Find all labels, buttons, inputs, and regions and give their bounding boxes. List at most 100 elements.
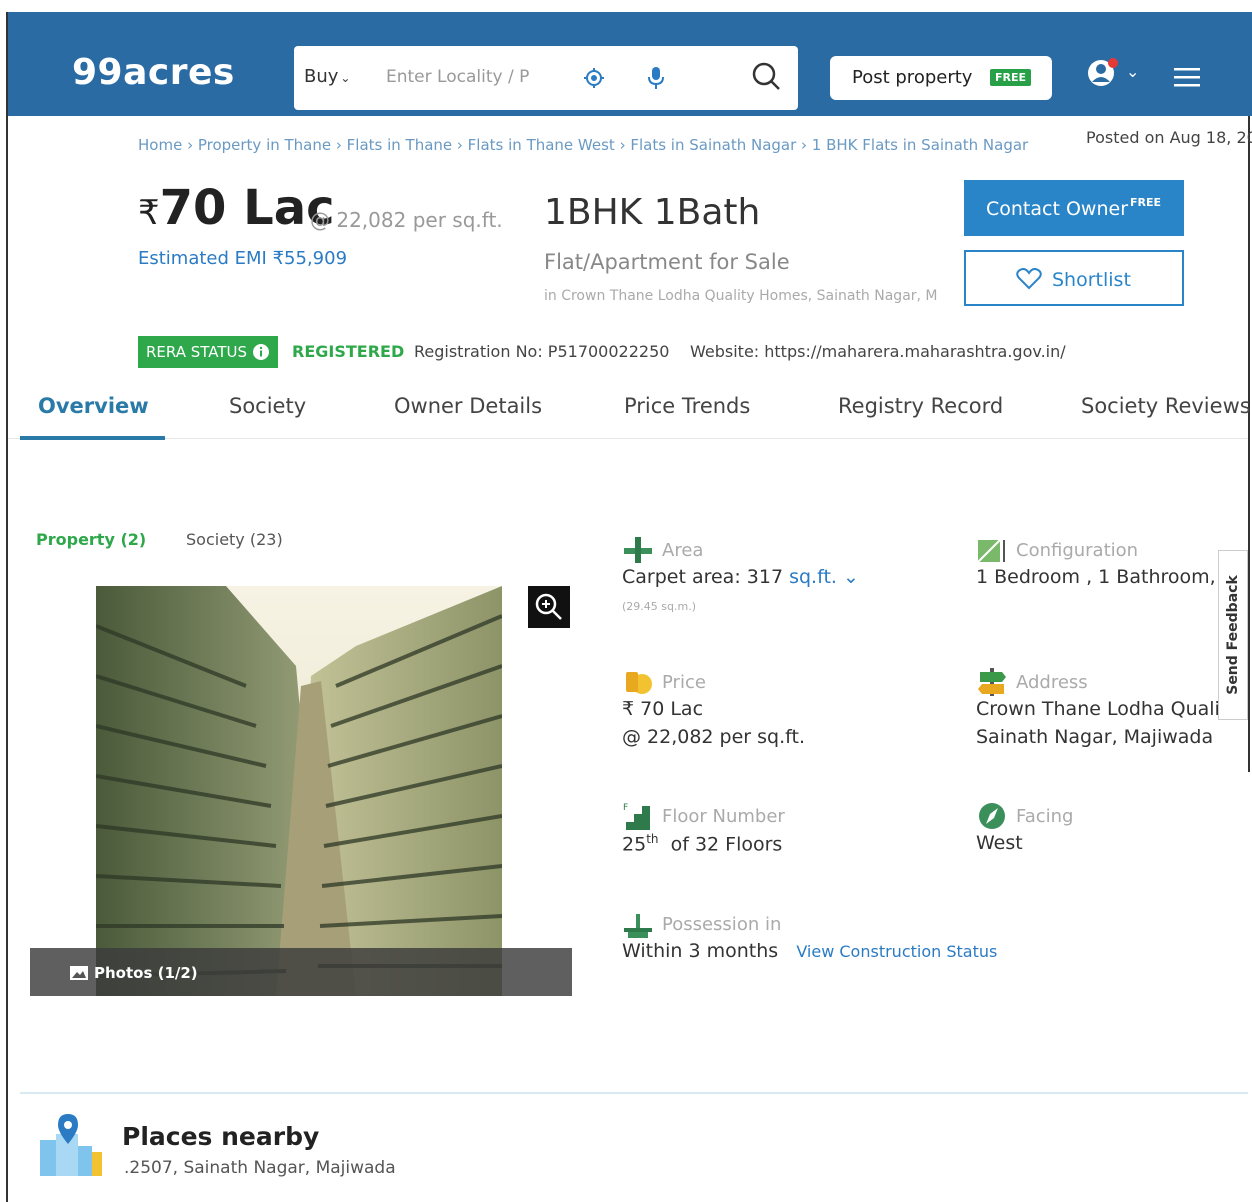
possession-text: Within 3 months xyxy=(622,940,779,962)
chevron-down-icon[interactable]: ⌄ xyxy=(1126,62,1139,81)
carpet-area-value: Carpet area: 317 sq.ft. ⌄ xyxy=(622,566,859,588)
active-tab-indicator xyxy=(20,436,165,440)
possession-label: Possession in xyxy=(662,914,782,935)
chevron-down-icon: ⌄ xyxy=(842,566,859,588)
area-icon xyxy=(624,537,652,563)
send-feedback-label: Send Feedback xyxy=(1225,575,1241,695)
tab-divider xyxy=(8,438,1248,439)
detail-area: Area Carpet area: 317 sq.ft. ⌄ (29.45 sq… xyxy=(622,534,962,624)
rera-status-label: RERA STATUS xyxy=(146,343,248,361)
user-account-icon[interactable] xyxy=(1086,56,1120,90)
breadcrumb[interactable]: Home › Property in Thane › Flats in Than… xyxy=(138,136,1028,154)
free-badge: FREE xyxy=(1130,196,1162,209)
free-badge: FREE xyxy=(990,69,1032,86)
detail-floor: F Floor Number 25th of 32 Floors xyxy=(622,800,962,860)
places-nearby-icon xyxy=(40,1114,102,1176)
floor-suffix: th xyxy=(646,832,659,846)
price-per-sqft: @ 22,082 per sq.ft. xyxy=(310,208,503,232)
tab-overview[interactable]: Overview xyxy=(38,394,149,418)
listing-type: Flat/Apartment for Sale xyxy=(544,250,790,274)
top-header: 99acres Buy ⌄ Enter Locality / P Post pro… xyxy=(8,12,1252,116)
gallery-tab-society[interactable]: Society (23) xyxy=(186,530,283,549)
floor-stairs-icon: F xyxy=(623,803,650,830)
send-feedback-tab[interactable]: Send Feedback xyxy=(1218,550,1248,720)
contact-owner-label: Contact Owner xyxy=(986,198,1128,220)
rupee-symbol: ₹ xyxy=(138,193,160,233)
tab-registry-record[interactable]: Registry Record xyxy=(838,394,1003,418)
project-location[interactable]: in Crown Thane Lodha Quality Homes, Sain… xyxy=(544,288,956,304)
view-construction-status-link[interactable]: View Construction Status xyxy=(796,942,997,961)
listing-configuration: 1BHK 1Bath xyxy=(544,192,761,233)
floor-number: 25 xyxy=(622,833,647,856)
tab-society[interactable]: Society xyxy=(229,394,306,418)
svg-text:F: F xyxy=(623,803,628,813)
detail-possession: Possession in Within 3 months View Const… xyxy=(622,908,1042,968)
shortlist-label: Shortlist xyxy=(1052,269,1131,291)
signpost-icon xyxy=(978,668,1006,696)
places-nearby-title: Places nearby xyxy=(122,1122,320,1151)
address-line-1: Crown Thane Lodha Quality xyxy=(976,698,1218,720)
configuration-icon xyxy=(977,539,1005,563)
shortlist-button[interactable]: Shortlist xyxy=(964,250,1184,306)
left-border xyxy=(6,12,8,1202)
photos-count: Photos (1/2) xyxy=(94,964,198,982)
microphone-icon[interactable] xyxy=(646,66,666,90)
posted-date: Posted on Aug 18, 20 xyxy=(1086,128,1252,147)
zoom-in-icon xyxy=(535,593,562,620)
facing-value: West xyxy=(976,832,1023,854)
possession-building-icon xyxy=(624,914,652,938)
floor-total: of 32 Floors xyxy=(670,833,783,856)
detail-address: Address Crown Thane Lodha Quality Sainat… xyxy=(976,666,1218,756)
rera-website: Website: https://maharera.maharashtra.go… xyxy=(690,342,1066,361)
locate-me-icon[interactable] xyxy=(584,68,604,88)
buy-label: Buy xyxy=(304,66,339,87)
price-tag-icon xyxy=(626,672,652,694)
buy-dropdown[interactable]: Buy ⌄ xyxy=(304,66,350,87)
possession-value: Within 3 months View Construction Status xyxy=(622,940,997,962)
listing-price: ₹70 Lac xyxy=(138,180,335,236)
zoom-in-button[interactable] xyxy=(528,586,570,628)
address-line-2: Sainath Nagar, Majiwada xyxy=(976,726,1214,748)
rera-registered-status: REGISTERED xyxy=(292,342,405,361)
configuration-label: Configuration xyxy=(1016,540,1139,561)
area-label: Area xyxy=(662,540,704,561)
right-border xyxy=(1248,12,1250,772)
estimated-emi-link[interactable]: Estimated EMI ₹55,909 xyxy=(138,248,347,269)
heart-icon xyxy=(1016,268,1042,290)
rera-status-badge[interactable]: RERA STATUS xyxy=(138,336,278,368)
gallery-tab-property[interactable]: Property (2) xyxy=(36,530,146,549)
locality-input[interactable]: Enter Locality / P xyxy=(386,67,546,87)
photos-bar[interactable]: Photos (1/2) xyxy=(30,948,572,996)
address-label: Address xyxy=(1016,672,1088,693)
price-detail-per-sqft: @ 22,082 per sq.ft. xyxy=(622,726,806,748)
floor-label: Floor Number xyxy=(662,806,785,827)
search-icon[interactable] xyxy=(750,60,782,92)
tab-price-trends[interactable]: Price Trends xyxy=(624,394,750,418)
tab-society-reviews[interactable]: Society Reviews xyxy=(1081,394,1251,418)
registration-number: Registration No: P51700022250 xyxy=(414,342,670,361)
facing-label: Facing xyxy=(1016,806,1074,827)
property-photo[interactable] xyxy=(96,586,502,996)
site-logo[interactable]: 99acres xyxy=(72,52,235,93)
detail-configuration: Configuration 1 Bedroom , 1 Bathroom, M xyxy=(976,534,1218,594)
post-property-button[interactable]: Post property FREE xyxy=(830,56,1052,100)
compass-icon xyxy=(979,803,1005,829)
detail-price: Price ₹ 70 Lac @ 22,082 per sq.ft. xyxy=(622,666,962,756)
info-icon xyxy=(253,344,269,360)
carpet-area-text: Carpet area: 317 xyxy=(622,566,784,588)
chevron-down-icon: ⌄ xyxy=(340,71,351,85)
area-sqm: (29.45 sq.m.) xyxy=(622,600,696,613)
photo-icon xyxy=(70,966,88,980)
area-unit-dropdown[interactable]: sq.ft. ⌄ xyxy=(789,566,859,588)
floor-value: 25th of 32 Floors xyxy=(622,832,782,855)
detail-facing: Facing West xyxy=(976,800,1218,860)
hamburger-menu-icon[interactable] xyxy=(1172,66,1202,88)
tab-owner-details[interactable]: Owner Details xyxy=(394,394,542,418)
contact-owner-button[interactable]: Contact Owner FREE xyxy=(964,180,1184,236)
price-value: 70 Lac xyxy=(159,180,335,236)
post-property-label: Post property xyxy=(852,67,973,88)
search-bar: Buy ⌄ Enter Locality / P xyxy=(294,46,798,110)
section-divider xyxy=(20,1092,1248,1094)
price-detail-value: ₹ 70 Lac xyxy=(622,698,704,720)
price-label: Price xyxy=(662,672,706,693)
